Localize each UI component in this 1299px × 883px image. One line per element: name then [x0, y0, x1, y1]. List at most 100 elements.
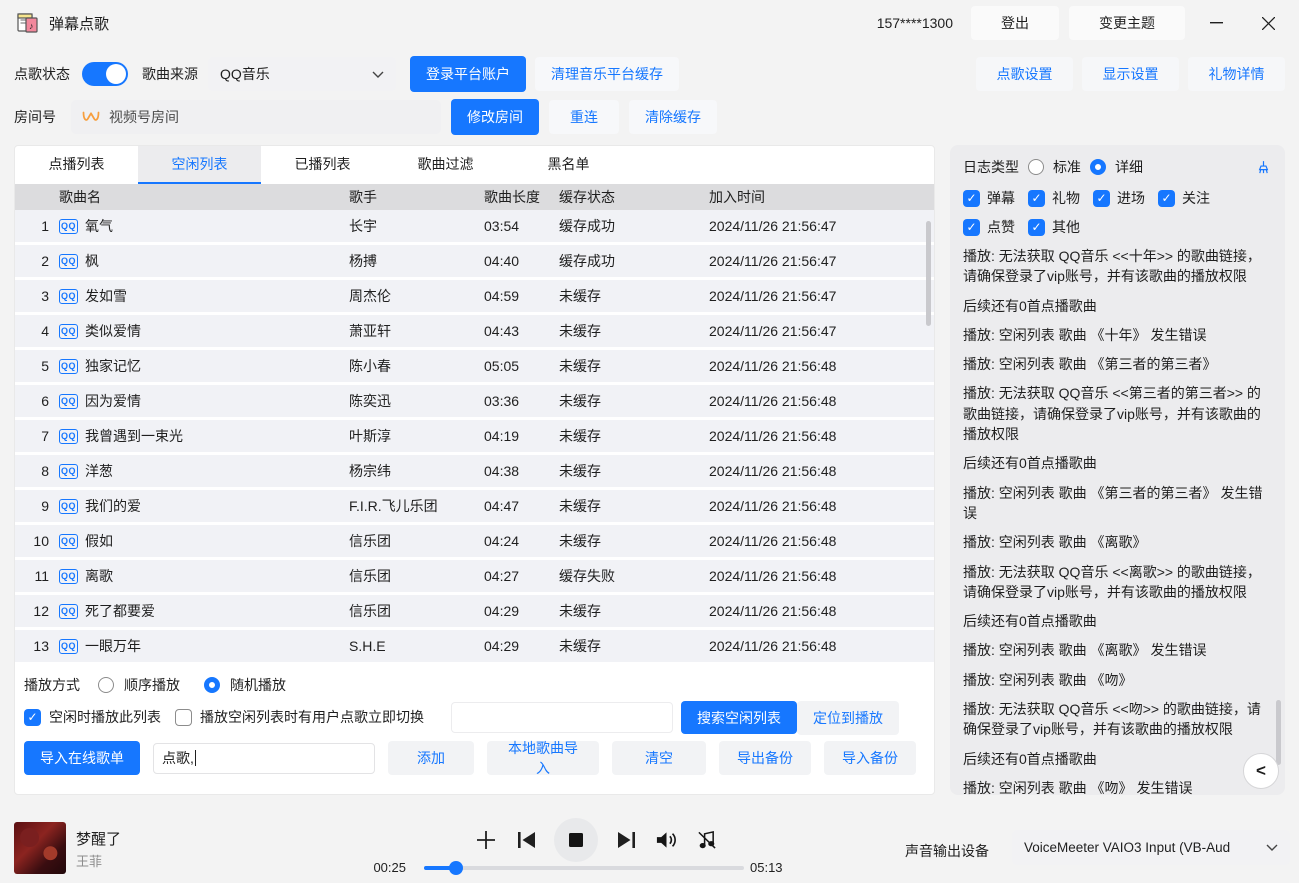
- log-messages: 播放: 无法获取 QQ音乐 <<十年>> 的歌曲链接，请确保登录了vip账号，并…: [963, 246, 1272, 795]
- close-button[interactable]: [1247, 6, 1289, 40]
- room-label: 房间号: [14, 107, 56, 127]
- table-row[interactable]: 6QQ因为爱情陈奕迅03:36未缓存2024/11/26 21:56:48: [15, 385, 934, 417]
- add-song-button[interactable]: [466, 818, 506, 862]
- table-row[interactable]: 8QQ洋葱杨宗纬04:38未缓存2024/11/26 21:56:48: [15, 455, 934, 487]
- tab-item[interactable]: 黑名单: [507, 146, 630, 184]
- import-row: 导入在线歌单 点歌, 添加 本地歌曲导入 清空 导出备份 导入备份: [15, 737, 934, 775]
- gift-details-button[interactable]: 礼物详情: [1188, 57, 1285, 91]
- local-import-button[interactable]: 本地歌曲导入: [487, 741, 599, 775]
- log-message: 播放: 无法获取 QQ音乐 <<十年>> 的歌曲链接，请确保登录了vip账号，并…: [963, 246, 1272, 287]
- cache-status: 未缓存: [559, 636, 709, 656]
- log-message: 后续还有0首点播歌曲: [963, 296, 1272, 316]
- tab-item[interactable]: 歌曲过滤: [384, 146, 507, 184]
- artist-name: 信乐团: [349, 601, 484, 621]
- next-track-button[interactable]: [606, 818, 646, 862]
- radio-log-detailed[interactable]: [1090, 159, 1106, 175]
- log-filter-checkbox[interactable]: ✓: [963, 190, 980, 207]
- song-name: 发如雪: [85, 286, 127, 306]
- song-status-toggle[interactable]: [82, 62, 128, 86]
- account-number: 157****1300: [877, 15, 953, 31]
- table-row[interactable]: 3QQ发如雪周杰伦04:59未缓存2024/11/26 21:56:47: [15, 280, 934, 312]
- export-backup-button[interactable]: 导出备份: [719, 741, 811, 775]
- artist-name: S.H.E: [349, 638, 484, 654]
- add-song-input[interactable]: 点歌,: [153, 743, 375, 774]
- song-duration: 04:27: [484, 568, 559, 584]
- table-row[interactable]: 13QQ一眼万年S.H.E04:29未缓存2024/11/26 21:56:48: [15, 630, 934, 662]
- log-filter-item: ✓礼物: [1028, 188, 1080, 208]
- modify-room-button[interactable]: 修改房间: [451, 99, 539, 135]
- table-row[interactable]: 4QQ类似爱情萧亚轩04:43未缓存2024/11/26 21:56:47: [15, 315, 934, 347]
- table-row[interactable]: 5QQ独家记忆陈小春05:05未缓存2024/11/26 21:56:48: [15, 350, 934, 382]
- table-scrollbar[interactable]: [926, 221, 931, 326]
- log-filter-checkbox[interactable]: ✓: [1028, 190, 1045, 207]
- tab-item[interactable]: 点播列表: [15, 146, 138, 184]
- login-platform-button[interactable]: 登录平台账户: [410, 56, 526, 92]
- import-backup-button[interactable]: 导入备份: [824, 741, 916, 775]
- desktop-lyrics-off-icon[interactable]: [686, 818, 726, 862]
- idle-play-checkbox[interactable]: ✓: [24, 709, 41, 726]
- table-row[interactable]: 12QQ死了都要爱信乐团04:29未缓存2024/11/26 21:56:48: [15, 595, 934, 627]
- room-input[interactable]: 视频号房间: [71, 100, 441, 134]
- log-filter-checkbox[interactable]: ✓: [1028, 219, 1045, 236]
- cache-status: 未缓存: [559, 496, 709, 516]
- stop-button[interactable]: [554, 818, 598, 862]
- audio-output-label: 声音输出设备: [905, 841, 989, 861]
- song-cell: QQ我曾遇到一束光: [59, 426, 349, 446]
- table-row[interactable]: 10QQ假如信乐团04:24未缓存2024/11/26 21:56:48: [15, 525, 934, 557]
- table-row[interactable]: 7QQ我曾遇到一束光叶斯淳04:19未缓存2024/11/26 21:56:48: [15, 420, 934, 452]
- audio-output-select[interactable]: VoiceMeeter VAIO3 Input (VB-Aud: [1012, 830, 1290, 865]
- change-theme-button[interactable]: 变更主题: [1069, 6, 1185, 40]
- progress-track[interactable]: [424, 866, 744, 870]
- radio-sequential-label: 顺序播放: [124, 675, 180, 695]
- radio-log-standard[interactable]: [1028, 159, 1044, 175]
- source-select[interactable]: QQ音乐: [208, 57, 396, 91]
- clear-cache-button[interactable]: 清除缓存: [629, 100, 717, 134]
- clear-list-button[interactable]: 清空: [612, 741, 706, 775]
- table-row[interactable]: 1QQ氧气长宇03:54缓存成功2024/11/26 21:56:47: [15, 210, 934, 242]
- table-row[interactable]: 2QQ枫杨搏04:40缓存成功2024/11/26 21:56:47: [15, 245, 934, 277]
- tab-item[interactable]: 已播列表: [261, 146, 384, 184]
- clear-log-broom-icon[interactable]: [1255, 159, 1272, 176]
- volume-button[interactable]: [646, 818, 686, 862]
- logout-button[interactable]: 登出: [971, 6, 1059, 40]
- switch-on-request-checkbox[interactable]: ✓: [175, 709, 192, 726]
- log-message: 后续还有0首点播歌曲: [963, 611, 1272, 631]
- radio-log-standard-label: 标准: [1053, 157, 1081, 177]
- log-filter-checkbox[interactable]: ✓: [963, 219, 980, 236]
- added-time: 2024/11/26 21:56:48: [709, 498, 934, 514]
- search-idle-list-button[interactable]: 搜索空闲列表: [681, 701, 797, 734]
- log-header: 日志类型 标准 详细: [963, 155, 1272, 179]
- radio-random[interactable]: [204, 677, 220, 693]
- import-online-playlist-button[interactable]: 导入在线歌单: [24, 741, 140, 775]
- album-art: [14, 822, 66, 874]
- clear-music-cache-button[interactable]: 清理音乐平台缓存: [535, 57, 679, 91]
- locate-playing-button[interactable]: 定位到播放: [797, 701, 899, 735]
- reconnect-button[interactable]: 重连: [549, 100, 619, 134]
- previous-track-button[interactable]: [506, 818, 546, 862]
- song-settings-button[interactable]: 点歌设置: [976, 57, 1073, 91]
- tab-item[interactable]: 空闲列表: [138, 146, 261, 184]
- qq-music-badge-icon: QQ: [59, 499, 78, 514]
- minimize-button[interactable]: [1195, 6, 1237, 40]
- now-playing-title: 梦醒了: [76, 828, 121, 849]
- log-filter-checkbox[interactable]: ✓: [1158, 190, 1175, 207]
- added-time: 2024/11/26 21:56:48: [709, 568, 934, 584]
- cache-status: 未缓存: [559, 286, 709, 306]
- now-playing-artist: 王菲: [76, 851, 102, 870]
- log-filter-item: ✓进场: [1093, 188, 1145, 208]
- artist-name: 杨宗纬: [349, 461, 484, 481]
- table-row[interactable]: 11QQ离歌信乐团04:27缓存失败2024/11/26 21:56:48: [15, 560, 934, 592]
- display-settings-button[interactable]: 显示设置: [1082, 57, 1179, 91]
- table-header: 歌曲名歌手歌曲长度缓存状态加入时间: [15, 184, 934, 210]
- table-row[interactable]: 9QQ我们的爱F.I.R.飞儿乐团04:47未缓存2024/11/26 21:5…: [15, 490, 934, 522]
- progress-thumb[interactable]: [449, 861, 463, 875]
- log-scrollbar[interactable]: [1276, 700, 1281, 765]
- log-filter-checkbox[interactable]: ✓: [1093, 190, 1110, 207]
- radio-sequential[interactable]: [98, 677, 114, 693]
- collapse-log-button[interactable]: <: [1243, 753, 1279, 789]
- song-name: 因为爱情: [85, 391, 141, 411]
- idle-search-input[interactable]: [451, 702, 673, 733]
- add-button[interactable]: 添加: [388, 741, 474, 775]
- song-duration: 04:29: [484, 638, 559, 654]
- switch-on-request-label: 播放空闲列表时有用户点歌立即切换: [200, 707, 424, 727]
